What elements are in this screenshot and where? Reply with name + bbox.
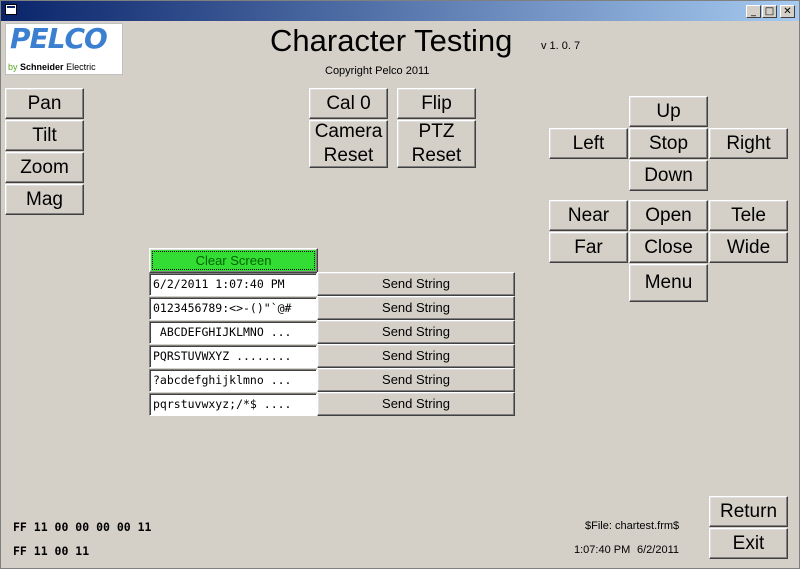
page-title: Character Testing [270, 23, 513, 58]
pan-button[interactable]: Pan [5, 88, 84, 119]
stop-button[interactable]: Stop [629, 128, 708, 159]
tilt-button[interactable]: Tilt [5, 120, 84, 151]
string-field-3[interactable]: ABCDEFGHIJKLMNO ... [149, 321, 317, 344]
logo-brand: PELCO [10, 22, 108, 55]
version-label: v 1. 0. 7 [541, 40, 581, 52]
file-label: $File: chartest.frm$ [585, 520, 680, 532]
zoom-button[interactable]: Zoom [5, 152, 84, 183]
mag-button[interactable]: Mag [5, 184, 84, 215]
string-field-2[interactable]: 0123456789:<>-()"`@# [149, 297, 317, 320]
hex-command-1: FF 11 00 00 00 00 11 [13, 520, 152, 534]
left-button[interactable]: Left [549, 128, 628, 159]
send-string-button-3[interactable]: Send String [317, 320, 515, 344]
pelco-logo: PELCO by Schneider Electric [5, 22, 123, 75]
send-string-button-2[interactable]: Send String [317, 296, 515, 320]
clear-screen-button[interactable]: Clear Screen [149, 248, 318, 273]
right-button[interactable]: Right [709, 128, 788, 159]
close-iris-button[interactable]: Close [629, 232, 708, 263]
copyright-label: Copyright Pelco 2011 [325, 65, 430, 77]
maximize-button[interactable]: □ [762, 5, 777, 18]
send-string-button-1[interactable]: Send String [317, 272, 515, 296]
up-button[interactable]: Up [629, 96, 708, 127]
minimize-button[interactable]: _ [746, 5, 761, 18]
hex-command-2: FF 11 00 11 [13, 544, 90, 558]
far-button[interactable]: Far [549, 232, 628, 263]
string-field-4[interactable]: PQRSTUVWXYZ ........ [149, 345, 317, 368]
camera-reset-button[interactable]: Camera Reset [309, 120, 388, 168]
flip-button[interactable]: Flip [397, 88, 476, 119]
status-time: 1:07:40 PM [574, 544, 631, 556]
main-window: _ □ ✕ PELCO by Schneider Electric Charac… [0, 0, 800, 569]
tele-button[interactable]: Tele [709, 200, 788, 231]
near-button[interactable]: Near [549, 200, 628, 231]
ptz-reset-button[interactable]: PTZ Reset [397, 120, 476, 168]
send-string-button-6[interactable]: Send String [317, 392, 515, 416]
app-icon[interactable] [5, 4, 17, 15]
status-date: 6/2/2011 [637, 544, 680, 556]
string-field-5[interactable]: ?abcdefghijklmno ... [149, 369, 317, 392]
wide-button[interactable]: Wide [709, 232, 788, 263]
open-button[interactable]: Open [629, 200, 708, 231]
string-field-6[interactable]: pqrstuvwxyz;/*$ .... [149, 393, 317, 416]
down-button[interactable]: Down [629, 160, 708, 191]
string-field-1[interactable]: 6/2/2011 1:07:40 PM [149, 273, 317, 296]
menu-button[interactable]: Menu [629, 264, 708, 302]
logo-tagline: by Schneider Electric [8, 62, 96, 72]
send-string-button-5[interactable]: Send String [317, 368, 515, 392]
close-button[interactable]: ✕ [780, 5, 795, 18]
send-string-button-4[interactable]: Send String [317, 344, 515, 368]
title-bar[interactable]: _ □ ✕ [1, 1, 799, 21]
exit-button[interactable]: Exit [709, 528, 788, 559]
return-button[interactable]: Return [709, 496, 788, 527]
cal0-button[interactable]: Cal 0 [309, 88, 388, 119]
